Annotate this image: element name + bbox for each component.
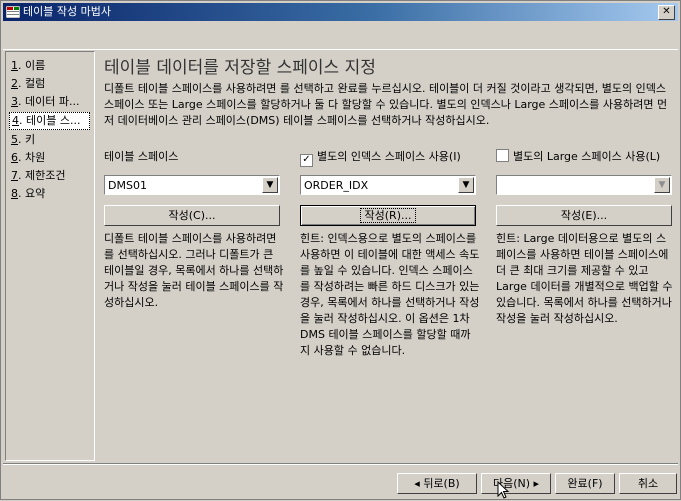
- index-space-column: ✓ 별도의 인덱스 스페이스 사용(I) ORDER_IDX ▼ 작성(R)...…: [300, 149, 479, 357]
- step-label: . 테이블 스...: [19, 114, 81, 127]
- index-space-select[interactable]: ORDER_IDX ▼: [300, 175, 476, 195]
- next-button[interactable]: 다음(N) ▸: [481, 473, 551, 494]
- create-large-space-button[interactable]: 작성(E)...: [496, 205, 672, 226]
- step-number: 6: [11, 151, 18, 164]
- index-space-checkbox-row[interactable]: ✓ 별도의 인덱스 스페이스 사용(I): [300, 149, 476, 167]
- step-number: 7: [11, 169, 18, 182]
- wizard-steps-sidebar: 1. 이름 2. 컬럼 3. 데이터 파... 4. 테이블 스... 5. 키…: [5, 51, 95, 461]
- step-item-summary[interactable]: 8. 요약: [9, 186, 94, 202]
- step-number: 3: [11, 95, 18, 108]
- index-space-checkbox[interactable]: ✓: [300, 154, 313, 167]
- close-button[interactable]: ✕: [658, 5, 675, 20]
- large-space-checkbox-label: 별도의 Large 스페이스 사용(L): [513, 150, 661, 163]
- step-item-columns[interactable]: 2. 컬럼: [9, 76, 94, 92]
- step-item-name[interactable]: 1. 이름: [9, 58, 94, 74]
- create-index-space-button[interactable]: 작성(R)...: [300, 205, 476, 226]
- tablespace-select[interactable]: DMS01 ▼: [104, 175, 280, 195]
- large-space-checkbox[interactable]: [496, 149, 509, 162]
- window-title: 테이블 작성 마법사: [23, 5, 111, 18]
- cancel-button[interactable]: 취소: [619, 473, 677, 494]
- step-number: 1: [11, 59, 18, 72]
- step-label: . 데이터 파...: [18, 95, 80, 108]
- step-label: . 차원: [18, 151, 46, 164]
- chevron-down-icon[interactable]: ▼: [262, 177, 278, 193]
- step-label: . 컬럼: [18, 77, 46, 90]
- create-tablespace-button[interactable]: 작성(C)...: [104, 205, 280, 226]
- step-number: 5: [11, 133, 18, 146]
- step-number: 4: [12, 114, 19, 127]
- step-number: 2: [11, 77, 18, 90]
- main-panel: 테이블 데이터를 저장할 스페이스 지정 디폴트 테이블 스페이스를 사용하려면…: [97, 51, 677, 459]
- step-label: . 키: [18, 133, 36, 146]
- step-item-constraints[interactable]: 7. 제한조건: [9, 168, 94, 184]
- page-title: 테이블 데이터를 저장할 스페이스 지정: [104, 58, 376, 78]
- tablespace-heading: 테이블 스페이스: [104, 150, 179, 163]
- large-space-hint: 힌트: Large 데이터용으로 별도의 스페이스를 사용하면 테이블 스페이스…: [496, 232, 673, 325]
- step-label: . 요약: [18, 187, 46, 200]
- mouse-cursor-icon: [497, 481, 510, 499]
- create-index-space-label: 작성(R)...: [359, 208, 417, 223]
- chevron-down-icon[interactable]: ▼: [458, 177, 474, 193]
- large-space-column: 별도의 Large 스페이스 사용(L) ▼ 작성(E)... 힌트: Larg…: [496, 149, 673, 325]
- finish-button[interactable]: 완료(F): [555, 473, 615, 494]
- step-item-data-partition[interactable]: 3. 데이터 파...: [9, 94, 94, 110]
- step-label: . 제한조건: [18, 169, 66, 182]
- wizard-app-icon: [6, 6, 20, 18]
- tablespace-column: 테이블 스페이스 DMS01 ▼ 작성(C)... 디폴트 테이블 스페이스를 …: [104, 149, 283, 309]
- step-item-tablespace[interactable]: 4. 테이블 스...: [9, 112, 90, 130]
- page-description: 디폴트 테이블 스페이스를 사용하려면 를 선택하고 완료를 누르십시오. 테이…: [104, 82, 668, 127]
- wizard-window: 테이블 작성 마법사 ✕ 1. 이름 2. 컬럼 3. 데이터 파... 4. …: [0, 0, 681, 500]
- step-label: . 이름: [18, 59, 46, 72]
- step-item-dimensions[interactable]: 6. 차원: [9, 150, 94, 166]
- title-bar[interactable]: 테이블 작성 마법사 ✕: [3, 3, 678, 21]
- footer-separator: [3, 463, 678, 465]
- large-space-checkbox-row[interactable]: 별도의 Large 스페이스 사용(L): [496, 149, 672, 165]
- step-item-keys[interactable]: 5. 키: [9, 132, 94, 148]
- large-space-select[interactable]: ▼: [496, 175, 672, 195]
- header-banner: [3, 23, 678, 50]
- index-space-checkbox-label: 별도의 인덱스 스페이스 사용(I): [317, 150, 461, 163]
- tablespace-hint: 디폴트 테이블 스페이스를 사용하려면 를 선택하십시오. 그러나 디폴트가 큰…: [104, 232, 284, 309]
- index-space-hint: 힌트: 인덱스용으로 별도의 스페이스를 사용하면 이 테이블에 대한 액세스 …: [300, 232, 480, 357]
- back-button[interactable]: ◂ 뒤로(B): [397, 473, 477, 494]
- tablespace-select-value: DMS01: [108, 179, 147, 192]
- step-number: 8: [11, 187, 18, 200]
- index-space-select-value: ORDER_IDX: [304, 179, 369, 192]
- chevron-down-icon[interactable]: ▼: [654, 177, 670, 193]
